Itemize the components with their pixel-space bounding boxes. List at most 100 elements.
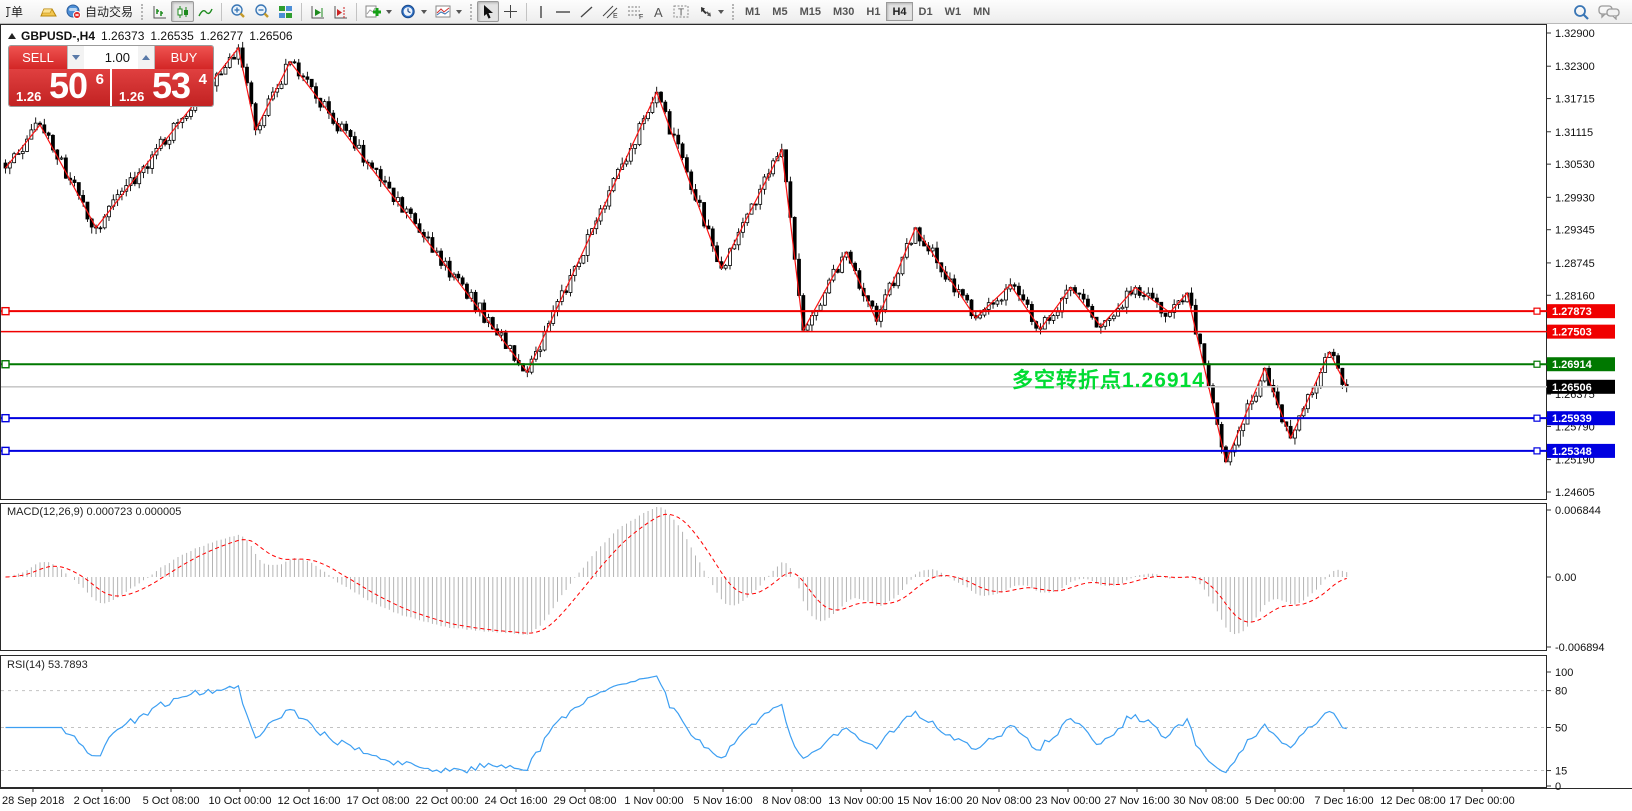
candle-body (224, 67, 227, 74)
time-tick-label[interactable]: 23 Nov 00:00 (1035, 795, 1100, 807)
candle-body (345, 124, 348, 130)
hline-left-handle[interactable] (2, 361, 9, 368)
sell-price-pip: 6 (96, 71, 104, 88)
time-tick-label[interactable]: 20 Nov 08:00 (966, 795, 1031, 807)
rsi-axis-label: 100 (1555, 667, 1573, 679)
candle-body (220, 74, 223, 75)
ohlc-open: 1.26373 (101, 29, 144, 43)
candle-body (409, 209, 412, 214)
hline-left-handle[interactable] (2, 415, 9, 422)
time-tick-label[interactable]: 1 Nov 00:00 (624, 795, 683, 807)
macd-axis-label: -0.006894 (1555, 642, 1605, 654)
time-tick-label[interactable]: 29 Oct 08:00 (554, 795, 617, 807)
volume-input[interactable]: 1.00 (84, 46, 138, 69)
triangle-up-icon (142, 55, 150, 60)
candle-body (47, 133, 50, 135)
candle-body (1017, 286, 1020, 295)
hline-right-handle[interactable] (1534, 415, 1540, 421)
time-tick-label[interactable]: 27 Nov 16:00 (1104, 795, 1169, 807)
price-tick-label: 1.29930 (1555, 192, 1595, 204)
time-tick-label[interactable]: 8 Nov 08:00 (762, 795, 821, 807)
hline-left-handle[interactable] (2, 308, 9, 315)
hline-right-handle[interactable] (1534, 361, 1540, 367)
sell-price-display[interactable]: 1.26 50 6 (9, 69, 110, 107)
candle-body (60, 158, 63, 159)
collapse-icon[interactable] (8, 33, 16, 39)
time-tick-label[interactable]: 7 Dec 16:00 (1314, 795, 1373, 807)
candle-body (474, 292, 477, 310)
candle-body (146, 167, 149, 169)
time-tick-label[interactable]: 12 Oct 16:00 (278, 795, 341, 807)
candle-body (724, 266, 727, 269)
candle-body (1121, 307, 1124, 309)
candle-body (1052, 316, 1055, 321)
hline-badge-label: 1.25348 (1552, 446, 1592, 458)
candle-body (1332, 352, 1335, 355)
buy-price-display[interactable]: 1.26 53 4 (112, 69, 213, 107)
chart-canvas[interactable]: 1.329001.323001.317151.311151.305301.299… (0, 0, 1632, 811)
price-tick-label: 1.30530 (1555, 159, 1595, 171)
candle-body (1164, 313, 1167, 316)
hline-right-handle[interactable] (1534, 308, 1540, 314)
candle-body (384, 181, 387, 182)
macd-name: MACD(12,26,9) (7, 506, 83, 518)
time-tick-label[interactable]: 24 Oct 16:00 (485, 795, 548, 807)
macd-axis-label: 0.00 (1555, 572, 1576, 584)
sell-price-prefix: 1.26 (16, 89, 41, 104)
candle-body (21, 151, 24, 153)
main-price-pane (1, 25, 1547, 500)
candle-body (500, 333, 503, 335)
candle-body (1259, 381, 1262, 396)
price-tick-label: 1.28160 (1555, 290, 1595, 302)
candle-body (819, 305, 822, 310)
candle-body (1143, 295, 1146, 296)
time-tick-label[interactable]: 10 Oct 00:00 (209, 795, 272, 807)
time-tick-label[interactable]: 30 Nov 08:00 (1173, 795, 1238, 807)
candle-body (625, 161, 628, 164)
price-tick-label: 1.28745 (1555, 258, 1595, 270)
time-tick-label[interactable]: 17 Dec 00:00 (1449, 795, 1514, 807)
time-tick-label[interactable]: 28 Sep 2018 (2, 795, 64, 807)
hline-left-handle[interactable] (2, 447, 9, 454)
candle-body (189, 110, 192, 116)
candle-body (250, 83, 253, 104)
time-tick-label[interactable]: 5 Nov 16:00 (693, 795, 752, 807)
price-tick-label: 1.32300 (1555, 61, 1595, 73)
candle-body (375, 168, 378, 169)
candle-body (823, 293, 826, 305)
time-tick-label[interactable]: 13 Nov 00:00 (828, 795, 893, 807)
current-price-badge-label: 1.26506 (1552, 382, 1592, 394)
candle-body (293, 62, 296, 63)
chart-annotation-text[interactable]: 多空转折点1.26914 (1012, 364, 1205, 394)
buy-price-prefix: 1.26 (119, 89, 144, 104)
candle-body (1117, 309, 1120, 316)
time-tick-label[interactable]: 15 Nov 16:00 (897, 795, 962, 807)
candle-body (246, 67, 249, 83)
time-tick-label[interactable]: 12 Dec 08:00 (1380, 795, 1445, 807)
rsi-indicator-label: RSI(14) 53.7893 (7, 659, 88, 671)
candle-body (1255, 396, 1258, 401)
rsi-axis-label: 0 (1555, 781, 1561, 793)
hline-right-handle[interactable] (1534, 448, 1540, 454)
time-tick-label[interactable]: 17 Oct 08:00 (347, 795, 410, 807)
ohlc-close: 1.26506 (249, 29, 292, 43)
macd-main-value: 0.000723 (86, 506, 132, 518)
macd-indicator-label: MACD(12,26,9) 0.000723 0.000005 (7, 506, 181, 518)
rsi-axis-label: 80 (1555, 686, 1567, 698)
symbol-label: GBPUSD-,H4 (21, 29, 95, 43)
hline-badge-label: 1.26914 (1552, 359, 1593, 371)
time-tick-label[interactable]: 5 Dec 00:00 (1245, 795, 1304, 807)
candle-body (1082, 294, 1085, 299)
candle-body (698, 200, 701, 202)
candle-body (1151, 293, 1154, 298)
candle-body (681, 144, 684, 158)
candle-body (185, 116, 188, 118)
time-tick-label[interactable]: 22 Oct 00:00 (416, 795, 479, 807)
ohlc-high: 1.26535 (150, 29, 193, 43)
candle-body (1112, 316, 1115, 319)
price-tick-label: 1.24605 (1555, 487, 1595, 499)
time-tick-label[interactable]: 5 Oct 08:00 (143, 795, 200, 807)
candle-body (1056, 312, 1059, 316)
candle-body (1078, 293, 1081, 294)
time-tick-label[interactable]: 2 Oct 16:00 (74, 795, 131, 807)
